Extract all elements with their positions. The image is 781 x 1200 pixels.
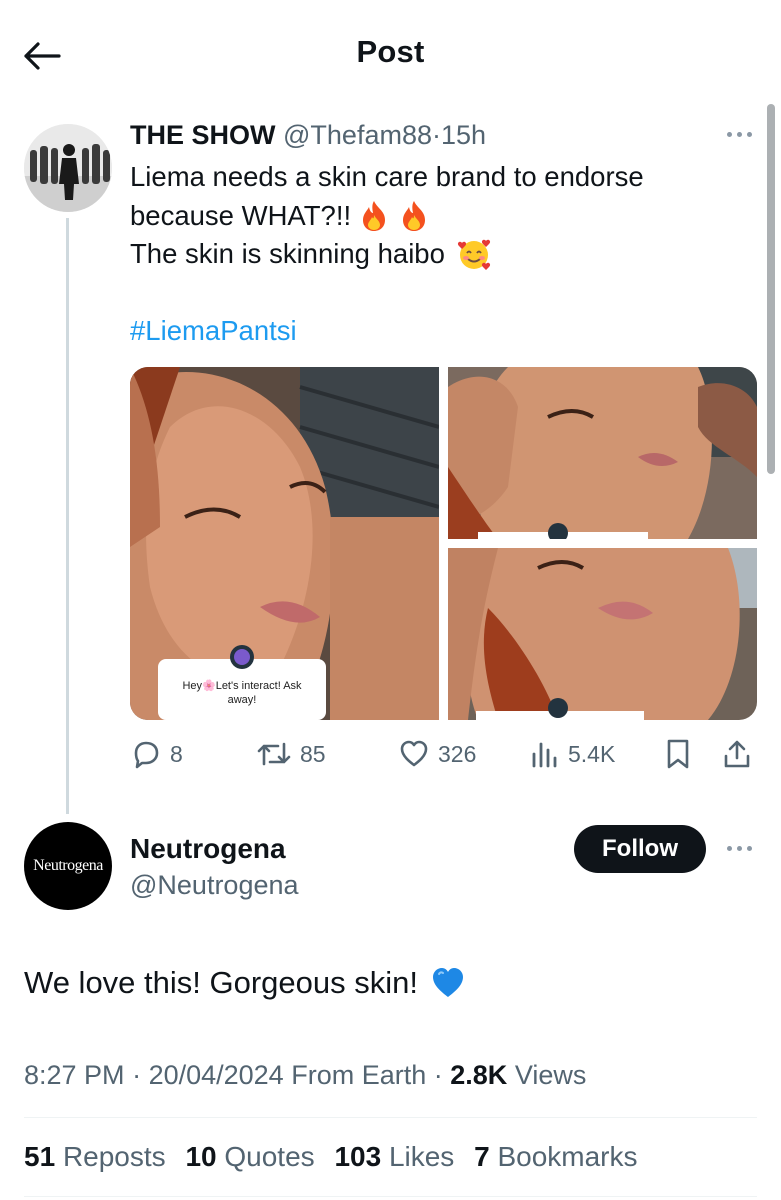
bookmark-icon: [667, 739, 689, 769]
quotes-stat[interactable]: 10 Quotes: [185, 1141, 314, 1172]
repost-icon: [257, 742, 291, 766]
thread-connector-line: [66, 218, 69, 814]
views-count: 5.4K: [568, 740, 616, 767]
reposts-stat[interactable]: 51 Reposts: [24, 1141, 166, 1172]
avatar-logo-text: Neutrogena: [33, 857, 103, 874]
fire-emoji-icon: [403, 200, 426, 231]
share-icon: [724, 740, 750, 768]
scrollbar[interactable]: [767, 104, 775, 474]
media-photo-3[interactable]: [448, 548, 757, 720]
fire-emoji-icon: [363, 200, 386, 231]
reply-views-count: 2.8K: [450, 1060, 508, 1090]
bookmark-button[interactable]: [664, 732, 692, 776]
tweet-text-line-3: The skin is skinning haibo: [130, 238, 445, 269]
reply-time[interactable]: 8:27 PM: [24, 1060, 125, 1090]
likes-stat[interactable]: 103 Likes: [334, 1141, 454, 1172]
reply-text-row: We love this! Gorgeous skin!: [24, 962, 466, 1004]
tweet-text: Liema needs a skin care brand to endorse…: [130, 158, 644, 274]
tweet-header: THE SHOW @Thefam88·15h: [130, 118, 486, 152]
meta-separator: ·: [432, 120, 441, 150]
media-photo-2[interactable]: [448, 367, 757, 539]
views-chart-icon: [532, 742, 557, 768]
smiling-face-with-hearts-emoji-icon: [457, 240, 490, 271]
bookmarks-stat[interactable]: 7 Bookmarks: [474, 1141, 637, 1172]
share-button[interactable]: [722, 732, 752, 776]
reply-count: 8: [170, 740, 183, 767]
top-bar: Post: [0, 0, 781, 108]
tweet-time[interactable]: 15h: [441, 120, 486, 150]
page-title: Post: [356, 34, 425, 69]
repost-button[interactable]: 85: [256, 732, 326, 776]
more-options-icon[interactable]: [722, 836, 756, 860]
media-overlay-text: Hey🌸Let's interact! Ask away!: [182, 680, 302, 706]
media-photo-1[interactable]: Hey🌸Let's interact! Ask away!: [130, 367, 439, 720]
tweet-text-line-2: because WHAT?!!: [130, 199, 352, 231]
reply-meta: 8:27 PM · 20/04/2024 From Earth · 2.8K V…: [24, 1060, 587, 1090]
neutrogena-avatar[interactable]: Neutrogena: [24, 822, 112, 910]
heart-icon: [400, 740, 428, 767]
follow-button[interactable]: Follow: [574, 825, 706, 873]
reply-text: We love this! Gorgeous skin!: [24, 965, 418, 1000]
reply-author-name[interactable]: Neutrogena: [130, 831, 286, 867]
reply-date[interactable]: 20/04/2024: [149, 1060, 284, 1090]
views-button[interactable]: 5.4K: [530, 732, 615, 776]
divider: [24, 1196, 757, 1197]
reply-author-handle[interactable]: @Neutrogena: [130, 867, 299, 903]
author-handle[interactable]: @Thefam88: [283, 120, 432, 150]
reply-button[interactable]: 8: [130, 732, 183, 776]
media-grid: Hey🌸Let's interact! Ask away!: [130, 367, 757, 720]
like-count: 326: [438, 740, 477, 767]
reply-icon: [134, 741, 159, 769]
engagement-stats: 51 Reposts 10 Quotes 103 Likes 7 Bookmar…: [24, 1138, 650, 1176]
divider: [24, 1117, 757, 1118]
repost-count: 85: [300, 740, 326, 767]
like-button[interactable]: 326: [398, 732, 476, 776]
blue-heart-emoji-icon: [433, 968, 463, 997]
reply-views-label: Views: [514, 1060, 587, 1090]
hashtag-link[interactable]: #LiemaPantsi: [130, 312, 297, 350]
tweet-text-line-1: Liema needs a skin care brand to endorse: [130, 161, 644, 192]
author-name[interactable]: THE SHOW: [130, 120, 276, 150]
author-avatar[interactable]: [24, 124, 112, 212]
tweet-action-bar: 8 85 326 5.4K: [130, 732, 757, 776]
reply-location: From Earth: [291, 1060, 427, 1090]
more-options-icon[interactable]: [722, 122, 756, 146]
